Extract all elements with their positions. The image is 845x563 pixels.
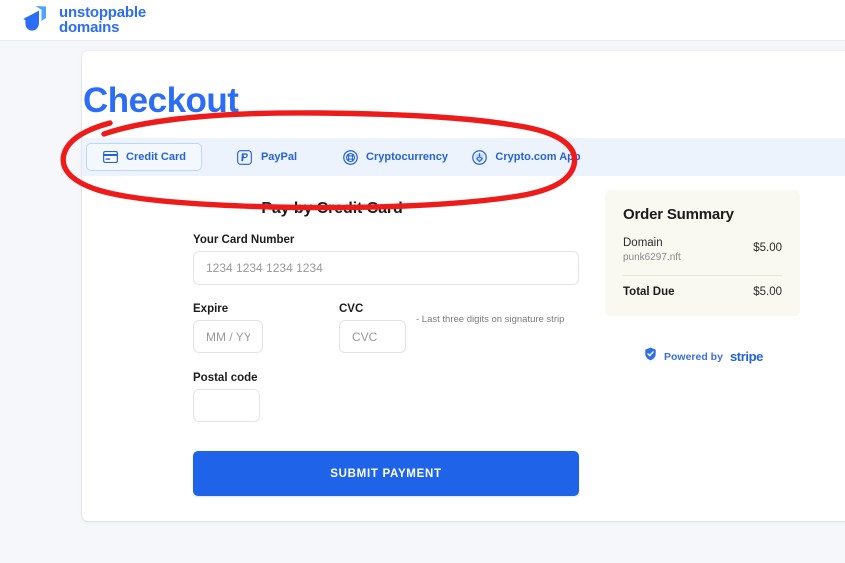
stripe-badge: Powered by stripe	[644, 347, 763, 366]
tab-crypto-com-app[interactable]: Crypto.com App	[462, 143, 590, 171]
paypal-icon	[237, 149, 253, 165]
checkout-card: Checkout Credit Card PayPal Cryptocurren…	[82, 51, 845, 521]
page-title: Checkout	[83, 81, 239, 120]
order-summary-panel: Order Summary Domain punk6297.nft $5.00 …	[605, 190, 800, 316]
checkout-page: unstoppable domains Checkout Credit Card…	[0, 0, 845, 563]
pay-by-heading: Pay by Credit Card	[261, 200, 403, 217]
cvc-label: CVC	[339, 303, 364, 315]
brand-logo-link[interactable]: unstoppable domains	[22, 5, 146, 35]
order-summary-divider	[623, 275, 782, 276]
shield-check-icon	[644, 347, 657, 366]
cvc-input[interactable]	[339, 320, 406, 353]
order-item-amount: $5.00	[753, 242, 782, 254]
order-summary-item-row: Domain punk6297.nft $5.00	[623, 236, 782, 264]
unstoppable-domains-logo-icon	[23, 6, 46, 31]
tab-credit-card[interactable]: Credit Card	[86, 143, 202, 171]
postal-code-label: Postal code	[193, 372, 258, 384]
postal-code-group: Postal code	[193, 372, 579, 422]
brand-name-line2: domains	[59, 19, 120, 36]
expire-label: Expire	[193, 303, 229, 315]
cryptocurrency-icon	[342, 149, 358, 165]
credit-card-icon	[102, 149, 118, 165]
brand-name: unstoppable domains	[59, 5, 146, 35]
postal-code-input[interactable]	[193, 389, 260, 422]
expire-input[interactable]	[193, 320, 263, 353]
stripe-wordmark: stripe	[729, 349, 763, 364]
tab-crypto-com-app-label: Crypto.com App	[495, 151, 581, 163]
brand-name-line1: unstoppable	[59, 4, 146, 21]
order-summary-total-row: Total Due $5.00	[623, 286, 782, 298]
payment-method-tabs: Credit Card PayPal Cryptocurrency Crypto…	[82, 138, 845, 176]
cvc-group: CVC - Last three digits on signature str…	[339, 303, 564, 353]
total-due-amount: $5.00	[753, 286, 782, 298]
checkout-left-column: Checkout Credit Card PayPal Cryptocurren…	[82, 51, 845, 521]
cvc-hint: - Last three digits on signature strip	[416, 314, 565, 325]
order-summary-title: Order Summary	[623, 206, 734, 223]
powered-by-text: Powered by	[664, 350, 723, 363]
tab-cryptocurrency[interactable]: Cryptocurrency	[332, 143, 458, 171]
tab-paypal-label: PayPal	[260, 151, 298, 163]
submit-payment-button[interactable]: SUBMIT PAYMENT	[193, 451, 579, 496]
crypto-com-icon	[471, 149, 487, 165]
tab-credit-card-label: Credit Card	[126, 151, 186, 163]
tab-cryptocurrency-label: Cryptocurrency	[366, 151, 448, 163]
order-item-label: Domain	[623, 237, 663, 249]
card-number-input[interactable]	[193, 251, 579, 285]
card-number-label: Your Card Number	[193, 234, 295, 246]
expire-group: Expire	[193, 303, 283, 353]
payment-form: Your Card Number Expire CVC - Last three…	[193, 234, 579, 496]
tab-paypal[interactable]: PayPal	[206, 143, 328, 171]
order-summary-item: Domain punk6297.nft	[623, 236, 681, 264]
site-header: unstoppable domains	[0, 0, 845, 41]
card-number-group: Your Card Number	[193, 234, 579, 285]
expire-cvc-row: Expire CVC - Last three digits on signat…	[193, 303, 579, 353]
order-item-name: punk6297.nft	[623, 252, 681, 263]
total-due-label: Total Due	[623, 286, 675, 298]
